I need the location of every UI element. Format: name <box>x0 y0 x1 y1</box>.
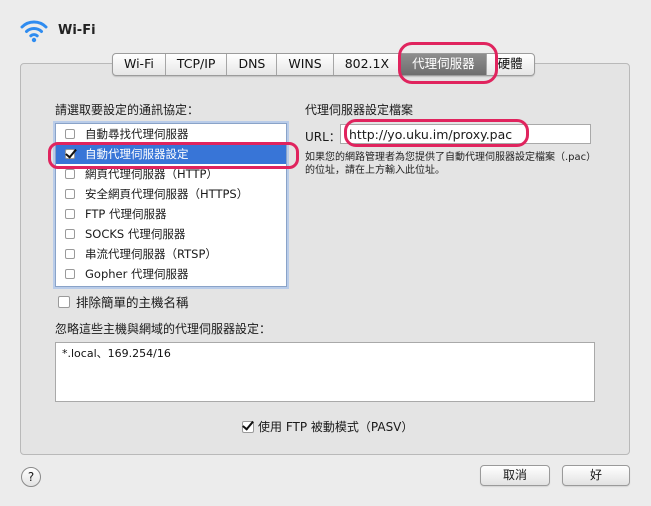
tab-8021x[interactable]: 802.1X <box>334 54 402 75</box>
cancel-button[interactable]: 取消 <box>480 465 550 486</box>
bypass-hosts-field[interactable]: *.local、169.254/16 <box>55 342 595 402</box>
checkbox[interactable] <box>65 229 75 239</box>
protocol-item-socks[interactable]: SOCKS 代理伺服器 <box>56 224 286 244</box>
url-hint: 如果您的網路管理者為您提供了自動代理伺服器設定檔案（.pac）的位址，請在上方輸… <box>305 152 597 176</box>
checkbox[interactable] <box>65 169 75 179</box>
protocol-item-label: 自動代理伺服器設定 <box>85 147 189 161</box>
protocol-list: 自動尋找代理伺服器 自動代理伺服器設定 網頁代理伺服器（HTTP） 安全網頁代理… <box>55 123 287 287</box>
protocol-item-rtsp[interactable]: 串流代理伺服器（RTSP） <box>56 244 286 264</box>
pasv-option[interactable]: 使用 FTP 被動模式（PASV） <box>242 418 413 435</box>
tab-bar: Wi-Fi TCP/IP DNS WINS 802.1X 代理伺服器 硬體 <box>112 53 535 76</box>
checkbox[interactable] <box>65 189 75 199</box>
checkbox[interactable] <box>65 249 75 259</box>
protocol-item-label: Gopher 代理伺服器 <box>85 267 189 281</box>
tab-dns[interactable]: DNS <box>227 54 278 75</box>
exclude-simple-label: 排除簡單的主機名稱 <box>76 295 189 310</box>
protocols-label: 請選取要設定的通訊協定： <box>55 103 200 117</box>
tab-tcpip[interactable]: TCP/IP <box>166 54 228 75</box>
protocol-item-gopher[interactable]: Gopher 代理伺服器 <box>56 264 286 284</box>
bypass-label: 忽略這些主機與網域的代理伺服器設定： <box>55 322 272 336</box>
protocol-item-label: SOCKS 代理伺服器 <box>85 227 186 241</box>
protocol-item-https[interactable]: 安全網頁代理伺服器（HTTPS） <box>56 184 286 204</box>
checkbox[interactable] <box>65 129 75 139</box>
checkbox-checked[interactable] <box>242 420 254 433</box>
protocol-item-auto-config[interactable]: 自動代理伺服器設定 <box>56 144 286 164</box>
url-input[interactable]: http://yo.uku.im/proxy.pac <box>340 124 591 144</box>
protocol-item-label: 網頁代理伺服器（HTTP） <box>85 167 218 181</box>
protocol-item-auto-discovery[interactable]: 自動尋找代理伺服器 <box>56 124 286 144</box>
protocol-item-label: 串流代理伺服器（RTSP） <box>85 247 217 261</box>
pasv-label: 使用 FTP 被動模式（PASV） <box>258 420 414 434</box>
checkbox-checked[interactable] <box>65 149 75 159</box>
page-title: Wi-Fi <box>58 23 96 38</box>
wifi-icon <box>20 18 48 44</box>
help-button[interactable]: ? <box>21 467 41 487</box>
protocol-item-label: 自動尋找代理伺服器 <box>85 127 189 141</box>
checkbox[interactable] <box>65 209 75 219</box>
protocol-item-http[interactable]: 網頁代理伺服器（HTTP） <box>56 164 286 184</box>
protocol-item-ftp[interactable]: FTP 代理伺服器 <box>56 204 286 224</box>
checkbox[interactable] <box>65 269 75 279</box>
ok-button[interactable]: 好 <box>562 465 630 486</box>
tab-proxies[interactable]: 代理伺服器 <box>401 54 487 75</box>
tab-wins[interactable]: WINS <box>277 54 334 75</box>
config-file-label: 代理伺服器設定檔案 <box>305 103 414 117</box>
protocol-item-label: FTP 代理伺服器 <box>85 207 167 221</box>
exclude-simple-hostnames[interactable]: 排除簡單的主機名稱 <box>58 292 189 311</box>
url-label: URL： <box>305 130 341 144</box>
checkbox[interactable] <box>58 295 70 308</box>
tab-hardware[interactable]: 硬體 <box>487 54 534 75</box>
protocol-item-label: 安全網頁代理伺服器（HTTPS） <box>85 187 249 201</box>
tab-wifi[interactable]: Wi-Fi <box>113 54 166 75</box>
